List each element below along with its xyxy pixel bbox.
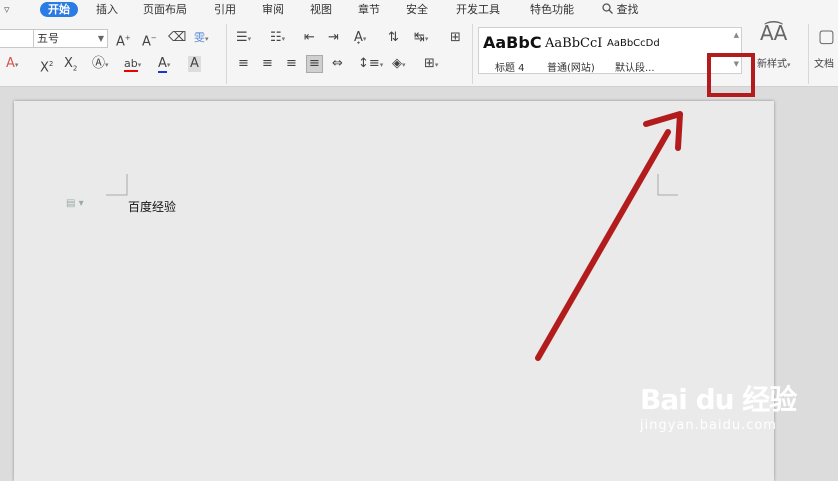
- annotation-highlight-box: [707, 53, 755, 97]
- baidu-watermark: Bai du 经验 jingyan.baidu.com: [640, 378, 797, 433]
- watermark-url: jingyan.baidu.com: [640, 418, 777, 433]
- annotation-arrow: [535, 111, 683, 361]
- watermark-logo: Bai du 经验: [640, 383, 797, 416]
